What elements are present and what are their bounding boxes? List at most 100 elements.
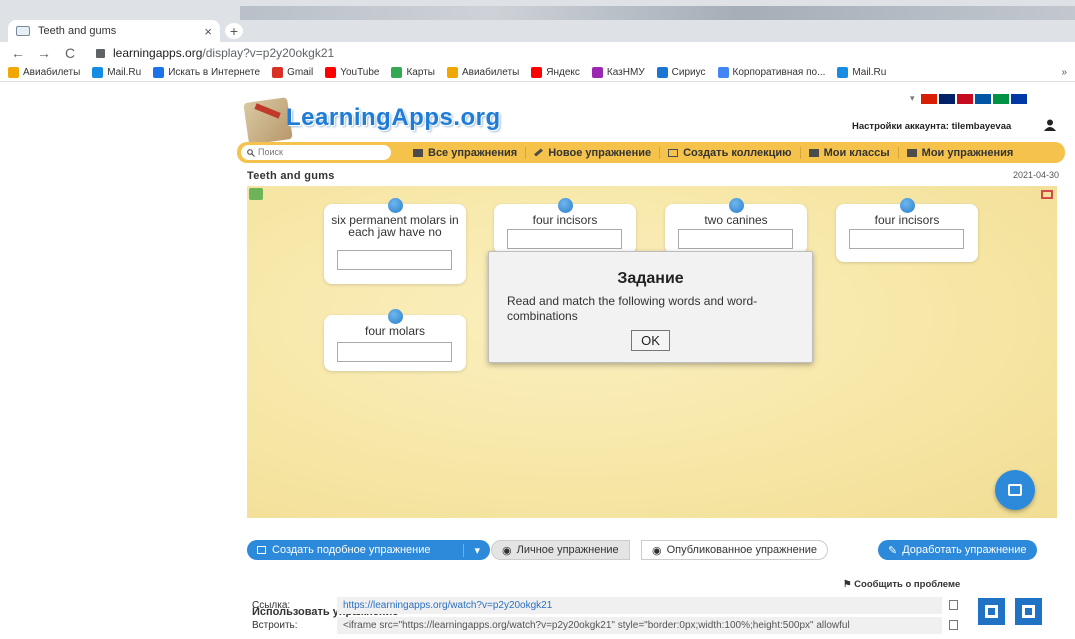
menu-all-exercises[interactable]: Все упражнения bbox=[405, 147, 525, 159]
menu-label: Мои классы bbox=[823, 146, 890, 159]
drop-slot[interactable] bbox=[337, 342, 452, 362]
bookmark-item[interactable]: Авиабилеты bbox=[446, 67, 520, 78]
menu-create-collection[interactable]: Создать коллекцию bbox=[659, 146, 799, 159]
task-dialog: Задание Read and match the following wor… bbox=[488, 251, 813, 363]
bookmark-item[interactable]: КазНМУ bbox=[591, 67, 645, 78]
menu-my-exercises[interactable]: Мои упражнения bbox=[897, 146, 1022, 159]
url-field[interactable]: learningapps.org/display?v=p2y20okgk21 bbox=[113, 46, 334, 60]
private-exercise-toggle[interactable]: ◉ Личное упражнение bbox=[491, 540, 630, 560]
bookmark-label: Искать в Интернете bbox=[168, 67, 261, 78]
language-flag-icon[interactable] bbox=[938, 93, 955, 104]
link-field[interactable]: https://learningapps.org/watch?v=p2y20ok… bbox=[337, 597, 942, 614]
bookmark-icon bbox=[591, 67, 603, 78]
check-icon bbox=[1008, 484, 1022, 496]
bookmark-item[interactable]: Mail.Ru bbox=[92, 67, 141, 78]
language-dropdown-icon[interactable]: ▾ bbox=[910, 93, 915, 104]
pin-icon bbox=[388, 198, 403, 213]
bookmark-item[interactable]: Корпоративная по... bbox=[717, 67, 826, 78]
check-answers-button[interactable] bbox=[995, 470, 1035, 510]
tab-close-icon[interactable]: × bbox=[204, 24, 212, 39]
bookmark-icon bbox=[446, 67, 458, 78]
forward-icon[interactable]: → bbox=[36, 45, 52, 61]
qr-code[interactable] bbox=[978, 598, 1050, 639]
drop-slot[interactable] bbox=[849, 229, 964, 249]
bookmark-icon bbox=[837, 67, 849, 78]
match-card[interactable]: six permanent molars in each jaw have no bbox=[324, 198, 466, 284]
language-flag-icon[interactable] bbox=[920, 93, 937, 104]
menu-new-exercise[interactable]: Новое упражнение bbox=[525, 146, 659, 159]
eye-slash-icon: ◉ bbox=[502, 544, 512, 557]
report-problem-link[interactable]: ⚑ Сообщить о проблеме bbox=[843, 579, 960, 590]
published-label: Опубликованное упражнение bbox=[666, 544, 818, 556]
help-icon[interactable] bbox=[249, 188, 263, 200]
bookmark-item[interactable]: Gmail bbox=[272, 67, 313, 78]
bookmark-label: Карты bbox=[406, 67, 435, 78]
bookmark-label: Сириус bbox=[671, 67, 706, 78]
blurred-tab-area bbox=[240, 6, 1075, 20]
language-flag-icon[interactable] bbox=[974, 93, 991, 104]
bookmark-item[interactable]: Авиабилеты bbox=[8, 67, 80, 78]
bookmark-label: YouTube bbox=[340, 67, 380, 78]
copy-link-icon[interactable] bbox=[949, 600, 958, 610]
bookmark-icon bbox=[272, 67, 284, 78]
bookmark-item[interactable]: Mail.Ru bbox=[837, 67, 886, 78]
private-label: Личное упражнение bbox=[516, 544, 619, 556]
bookmark-label: КазНМУ bbox=[606, 67, 645, 78]
drop-slot[interactable] bbox=[507, 229, 622, 249]
browser-tab[interactable]: Teeth and gums × bbox=[8, 20, 220, 42]
bookmark-item[interactable]: Яндекс bbox=[531, 67, 580, 78]
bookmark-label: Корпоративная по... bbox=[732, 67, 826, 78]
match-card[interactable]: four incisors bbox=[494, 198, 636, 254]
match-card[interactable]: four molars bbox=[324, 309, 466, 371]
embed-field[interactable]: <iframe src="https://learningapps.org/wa… bbox=[337, 617, 942, 634]
match-card[interactable]: four incisors bbox=[836, 198, 978, 262]
bookmark-item[interactable]: YouTube bbox=[325, 67, 379, 78]
bookmark-label: Mail.Ru bbox=[107, 67, 142, 78]
language-flag-icon[interactable] bbox=[956, 93, 973, 104]
lock-icon[interactable] bbox=[96, 48, 105, 58]
user-icon[interactable] bbox=[1044, 119, 1056, 131]
improve-exercise-button[interactable]: ✎ Доработать упражнение bbox=[878, 540, 1037, 560]
back-icon[interactable]: ← bbox=[10, 45, 26, 61]
bookmarks-bar: Авиабилеты Mail.Ru Искать в Интернете Gmail… bbox=[0, 64, 1075, 82]
drop-slot[interactable] bbox=[678, 229, 793, 249]
bookmark-item[interactable]: Карты bbox=[391, 67, 435, 78]
bookmark-item[interactable]: Искать в Интернете bbox=[153, 67, 260, 78]
site-logo[interactable]: LearningApps.org bbox=[243, 88, 546, 148]
bookmarks-more-icon[interactable]: » bbox=[1061, 67, 1067, 78]
language-flag-icon[interactable] bbox=[1010, 93, 1027, 104]
new-tab-button[interactable]: + bbox=[225, 23, 243, 39]
create-similar-label: Создать подобное упражнение bbox=[272, 544, 431, 556]
folder-icon bbox=[906, 148, 917, 157]
address-bar: ← → C learningapps.org/display?v=p2y20ok… bbox=[0, 42, 1075, 64]
account-settings-link[interactable]: Настройки аккаунта: tilembayevaa bbox=[852, 121, 1011, 132]
pencil-icon: ✎ bbox=[888, 544, 898, 557]
bookmark-item[interactable]: Сириус bbox=[656, 67, 706, 78]
url-domain: learningapps.org bbox=[113, 46, 203, 60]
bookmark-label: Авиабилеты bbox=[461, 67, 520, 78]
reload-icon[interactable]: C bbox=[62, 45, 78, 61]
published-exercise-toggle[interactable]: ◉ Опубликованное упражнение bbox=[641, 540, 829, 560]
language-flags: ▾ bbox=[910, 93, 1027, 104]
pencil-icon bbox=[534, 148, 544, 157]
create-similar-button[interactable]: Создать подобное упражнение ▾ bbox=[247, 540, 490, 560]
menu-my-classes[interactable]: Мои классы bbox=[799, 146, 898, 159]
copy-embed-icon[interactable] bbox=[949, 620, 958, 630]
fullscreen-icon[interactable] bbox=[1041, 190, 1053, 199]
improve-label: Доработать упражнение bbox=[902, 544, 1027, 556]
menu-label: Создать коллекцию bbox=[683, 146, 792, 159]
tab-favicon-icon bbox=[16, 26, 30, 36]
exercise-date: 2021-04-30 bbox=[1013, 170, 1060, 180]
bookmark-label: Авиабилеты bbox=[23, 67, 81, 78]
search-input[interactable]: Поиск bbox=[241, 145, 391, 160]
eye-icon: ◉ bbox=[652, 544, 662, 557]
drop-slot[interactable] bbox=[337, 250, 452, 270]
ok-button[interactable]: OK bbox=[631, 330, 670, 351]
menu-label: Мои упражнения bbox=[921, 146, 1014, 159]
bookmark-label: Mail.Ru bbox=[852, 67, 887, 78]
bookmark-icon bbox=[92, 67, 104, 78]
pin-icon bbox=[729, 198, 744, 213]
language-flag-icon[interactable] bbox=[992, 93, 1009, 104]
match-card[interactable]: two canines bbox=[665, 198, 807, 254]
dropdown-icon[interactable]: ▾ bbox=[463, 543, 480, 557]
